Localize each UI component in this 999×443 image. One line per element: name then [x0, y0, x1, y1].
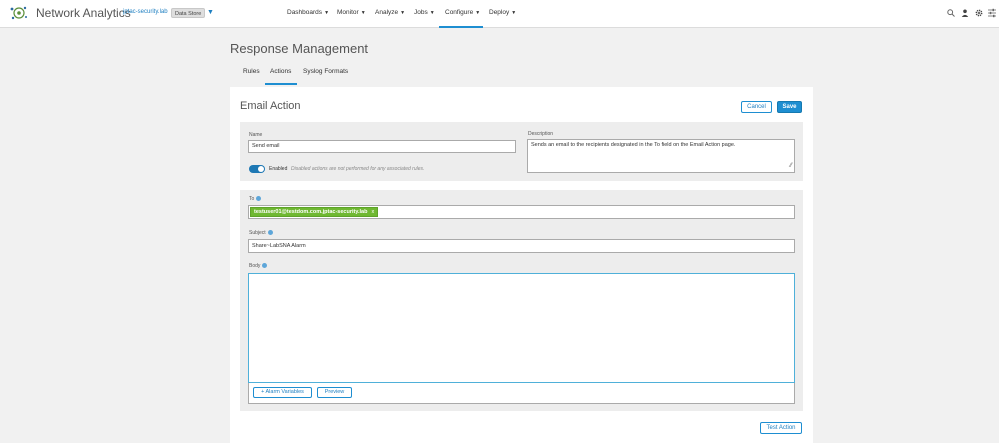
caret-down-icon: ▼	[360, 10, 366, 16]
sliders-icon[interactable]	[988, 8, 996, 18]
logo-icon	[10, 6, 27, 20]
nav-deploy[interactable]: Deploy ▼	[489, 9, 516, 16]
gear-icon[interactable]	[975, 9, 983, 17]
nav-label: Jobs	[414, 9, 428, 16]
body-textarea[interactable]	[248, 273, 795, 383]
enabled-help-text: Disabled actions are not performed for a…	[291, 166, 425, 172]
recipient-email: testuser01@testdom.com.jptac-security.la…	[254, 209, 368, 215]
nav-monitor[interactable]: Monitor ▼	[337, 9, 366, 16]
caret-down-icon: ▼	[475, 10, 481, 16]
domain-selector[interactable]: jptac-security.lab	[123, 9, 168, 15]
to-label-text: To	[249, 196, 255, 202]
subject-input[interactable]: Share~LabSNA Alarm	[248, 239, 795, 253]
nav-label: Deploy	[489, 9, 510, 16]
body-label: Body	[249, 263, 268, 269]
nav-dashboards[interactable]: Dashboards ▼	[287, 9, 329, 16]
chevron-down-icon[interactable]: ▼	[207, 9, 214, 16]
nav-active-indicator	[439, 26, 483, 28]
nav-label: Monitor	[337, 9, 359, 16]
info-icon[interactable]	[262, 263, 268, 268]
form-title: Email Action	[240, 100, 301, 112]
enabled-label: Enabled	[269, 166, 288, 172]
body-label-text: Body	[249, 263, 261, 269]
enabled-toggle[interactable]	[249, 165, 265, 173]
resize-handle-icon[interactable]: ⁄⁄	[790, 162, 792, 171]
subject-label-text: Subject	[249, 230, 266, 236]
user-icon[interactable]	[961, 9, 969, 17]
name-input[interactable]: Send email	[248, 140, 516, 153]
app-title: Network Analytics	[36, 6, 131, 20]
description-textarea[interactable]: Sends an email to the recipients designa…	[527, 139, 795, 173]
test-action-button[interactable]: Test Action	[760, 422, 802, 434]
top-navbar: Network Analytics jptac-security.lab Dat…	[0, 0, 999, 28]
nav-label: Configure	[445, 9, 474, 16]
info-icon[interactable]	[256, 196, 262, 201]
info-icon[interactable]	[267, 230, 273, 235]
nav-analyze[interactable]: Analyze ▼	[375, 9, 405, 16]
name-label: Name	[249, 132, 263, 138]
preview-button[interactable]: Preview	[317, 387, 352, 398]
recipient-chip: testuser01@testdom.com.jptac-security.la…	[250, 207, 379, 217]
data-store-badge: Data Store	[171, 8, 206, 18]
nav-label: Dashboards	[287, 9, 323, 16]
cancel-button[interactable]: Cancel	[741, 101, 772, 113]
tab-actions[interactable]: Actions	[270, 68, 291, 75]
nav-label: Analyze	[375, 9, 399, 16]
nav-jobs[interactable]: Jobs ▼	[414, 9, 435, 16]
search-icon[interactable]	[947, 9, 955, 17]
tab-active-indicator	[265, 83, 297, 85]
tab-syslog-formats[interactable]: Syslog Formats	[303, 68, 348, 75]
close-icon[interactable]: x	[371, 209, 374, 215]
tab-rules[interactable]: Rules	[243, 68, 260, 75]
caret-down-icon: ▼	[324, 10, 330, 16]
to-label: To	[249, 196, 262, 202]
caret-down-icon: ▼	[400, 10, 406, 16]
alarm-variables-button[interactable]: + Alarm Variables	[253, 387, 312, 398]
caret-down-icon: ▼	[429, 10, 435, 16]
save-button[interactable]: Save	[777, 101, 802, 113]
page-title: Response Management	[230, 41, 369, 56]
description-label: Description	[528, 131, 554, 137]
caret-down-icon: ▼	[511, 10, 517, 16]
nav-configure[interactable]: Configure ▼	[445, 9, 480, 16]
subject-label: Subject	[249, 230, 273, 236]
description-text: Sends an email to the recipients designa…	[531, 142, 736, 148]
